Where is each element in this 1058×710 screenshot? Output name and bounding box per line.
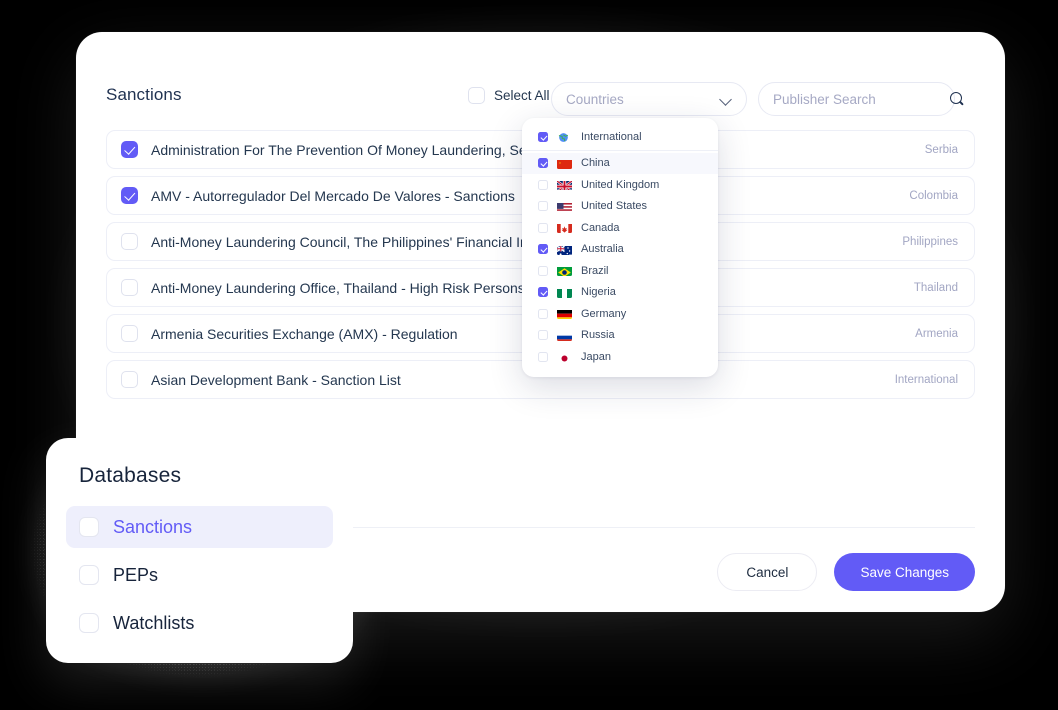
publisher-search-field[interactable] xyxy=(758,82,962,116)
database-checkbox[interactable] xyxy=(79,613,99,633)
country-option[interactable]: Australia xyxy=(522,239,718,261)
search-icon[interactable] xyxy=(950,92,964,106)
country-label: Nigeria xyxy=(581,286,616,299)
country-option[interactable]: Nigeria xyxy=(522,282,718,304)
dropdown-separator xyxy=(522,149,718,151)
publisher-checkbox[interactable] xyxy=(121,187,138,204)
publisher-checkbox[interactable] xyxy=(121,233,138,250)
countries-dropdown-menu[interactable]: International China United Kingdom United S… xyxy=(522,118,718,377)
publisher-country: Armenia xyxy=(915,327,958,340)
country-option[interactable]: Brazil xyxy=(522,260,718,282)
country-option[interactable]: Germany xyxy=(522,303,718,325)
publisher-search-input[interactable] xyxy=(773,91,950,107)
country-label: Australia xyxy=(581,243,624,256)
country-option[interactable]: United Kingdom xyxy=(522,174,718,196)
database-list-item[interactable]: PEPs xyxy=(66,554,333,596)
select-all-checkbox[interactable] xyxy=(468,87,485,104)
chevron-down-icon xyxy=(720,93,732,105)
country-label: Japan xyxy=(581,350,611,363)
country-label: United States xyxy=(581,200,648,213)
flag-germany-icon xyxy=(557,308,572,320)
country-checkbox[interactable] xyxy=(538,351,548,362)
country-option[interactable]: Russia xyxy=(522,325,718,347)
flag-china-icon xyxy=(557,158,572,169)
country-checkbox[interactable] xyxy=(538,244,548,255)
country-checkbox[interactable] xyxy=(538,222,548,233)
countries-selected-value: Countries xyxy=(566,91,624,107)
country-checkbox[interactable] xyxy=(538,201,548,212)
country-label: Germany xyxy=(581,307,627,320)
publisher-country: Thailand xyxy=(913,281,958,294)
flag-us-icon xyxy=(557,201,572,212)
country-label: International xyxy=(581,130,642,143)
flag-brazil-icon xyxy=(557,265,572,277)
database-label: Sanctions xyxy=(113,516,193,537)
country-option[interactable]: Japan xyxy=(522,346,718,368)
country-label: China xyxy=(581,157,610,170)
databases-list: Sanctions PEPs Watchlists xyxy=(66,506,333,644)
country-option[interactable]: Canada xyxy=(522,217,718,239)
flag-japan-icon xyxy=(557,351,572,363)
country-label: Brazil xyxy=(581,264,609,277)
databases-panel: Databases Sanctions PEPs Watchlists xyxy=(46,438,353,663)
database-checkbox[interactable] xyxy=(79,565,99,585)
database-label: Watchlists xyxy=(113,612,195,633)
country-checkbox[interactable] xyxy=(538,158,548,169)
page-title: Sanctions xyxy=(106,85,182,104)
country-checkbox[interactable] xyxy=(538,131,548,142)
publisher-checkbox[interactable] xyxy=(121,325,138,342)
publisher-checkbox[interactable] xyxy=(121,279,138,296)
database-list-item[interactable]: Sanctions xyxy=(66,506,333,548)
select-all-label: Select All xyxy=(494,88,550,103)
country-checkbox[interactable] xyxy=(538,179,548,190)
publisher-country: Serbia xyxy=(924,143,958,156)
country-checkbox[interactable] xyxy=(538,308,548,319)
publisher-checkbox[interactable] xyxy=(121,371,138,388)
publisher-name: Asian Development Bank - Sanction List xyxy=(151,371,401,388)
flag-canada-icon xyxy=(557,222,572,234)
country-option[interactable]: United States xyxy=(522,196,718,218)
country-option[interactable]: China xyxy=(522,152,718,174)
country-label: Canada xyxy=(581,221,620,234)
flag-australia-icon xyxy=(557,244,572,255)
country-checkbox[interactable] xyxy=(538,265,548,276)
flag-russia-icon xyxy=(557,330,572,341)
publisher-country: Colombia xyxy=(909,189,958,202)
countries-dropdown-trigger[interactable]: Countries xyxy=(551,82,747,116)
globe-icon xyxy=(557,131,572,143)
publisher-country: Philippines xyxy=(902,235,958,248)
database-checkbox[interactable] xyxy=(79,517,99,537)
database-list-item[interactable]: Watchlists xyxy=(66,602,333,644)
publisher-name: Anti-Money Laundering Council, The Phili… xyxy=(151,233,616,250)
dialog-footer: Cancel Save Changes xyxy=(717,553,975,591)
country-option[interactable]: International xyxy=(522,126,718,148)
screen: Sanctions Select All Countries Administr… xyxy=(0,0,1058,710)
publisher-country: International xyxy=(894,373,958,386)
flag-uk-icon xyxy=(557,179,572,191)
databases-title: Databases xyxy=(79,464,182,487)
country-checkbox[interactable] xyxy=(538,330,548,341)
country-label: United Kingdom xyxy=(581,178,660,191)
publisher-checkbox[interactable] xyxy=(121,141,138,158)
save-changes-button[interactable]: Save Changes xyxy=(834,553,975,591)
dialog-header: Sanctions Select All Countries xyxy=(106,82,975,116)
country-checkbox[interactable] xyxy=(538,287,548,298)
cancel-button[interactable]: Cancel xyxy=(717,553,818,591)
select-all-control[interactable]: Select All xyxy=(468,87,550,104)
database-label: PEPs xyxy=(113,564,159,585)
country-label: Russia xyxy=(581,329,615,342)
flag-nigeria-icon xyxy=(557,287,572,298)
